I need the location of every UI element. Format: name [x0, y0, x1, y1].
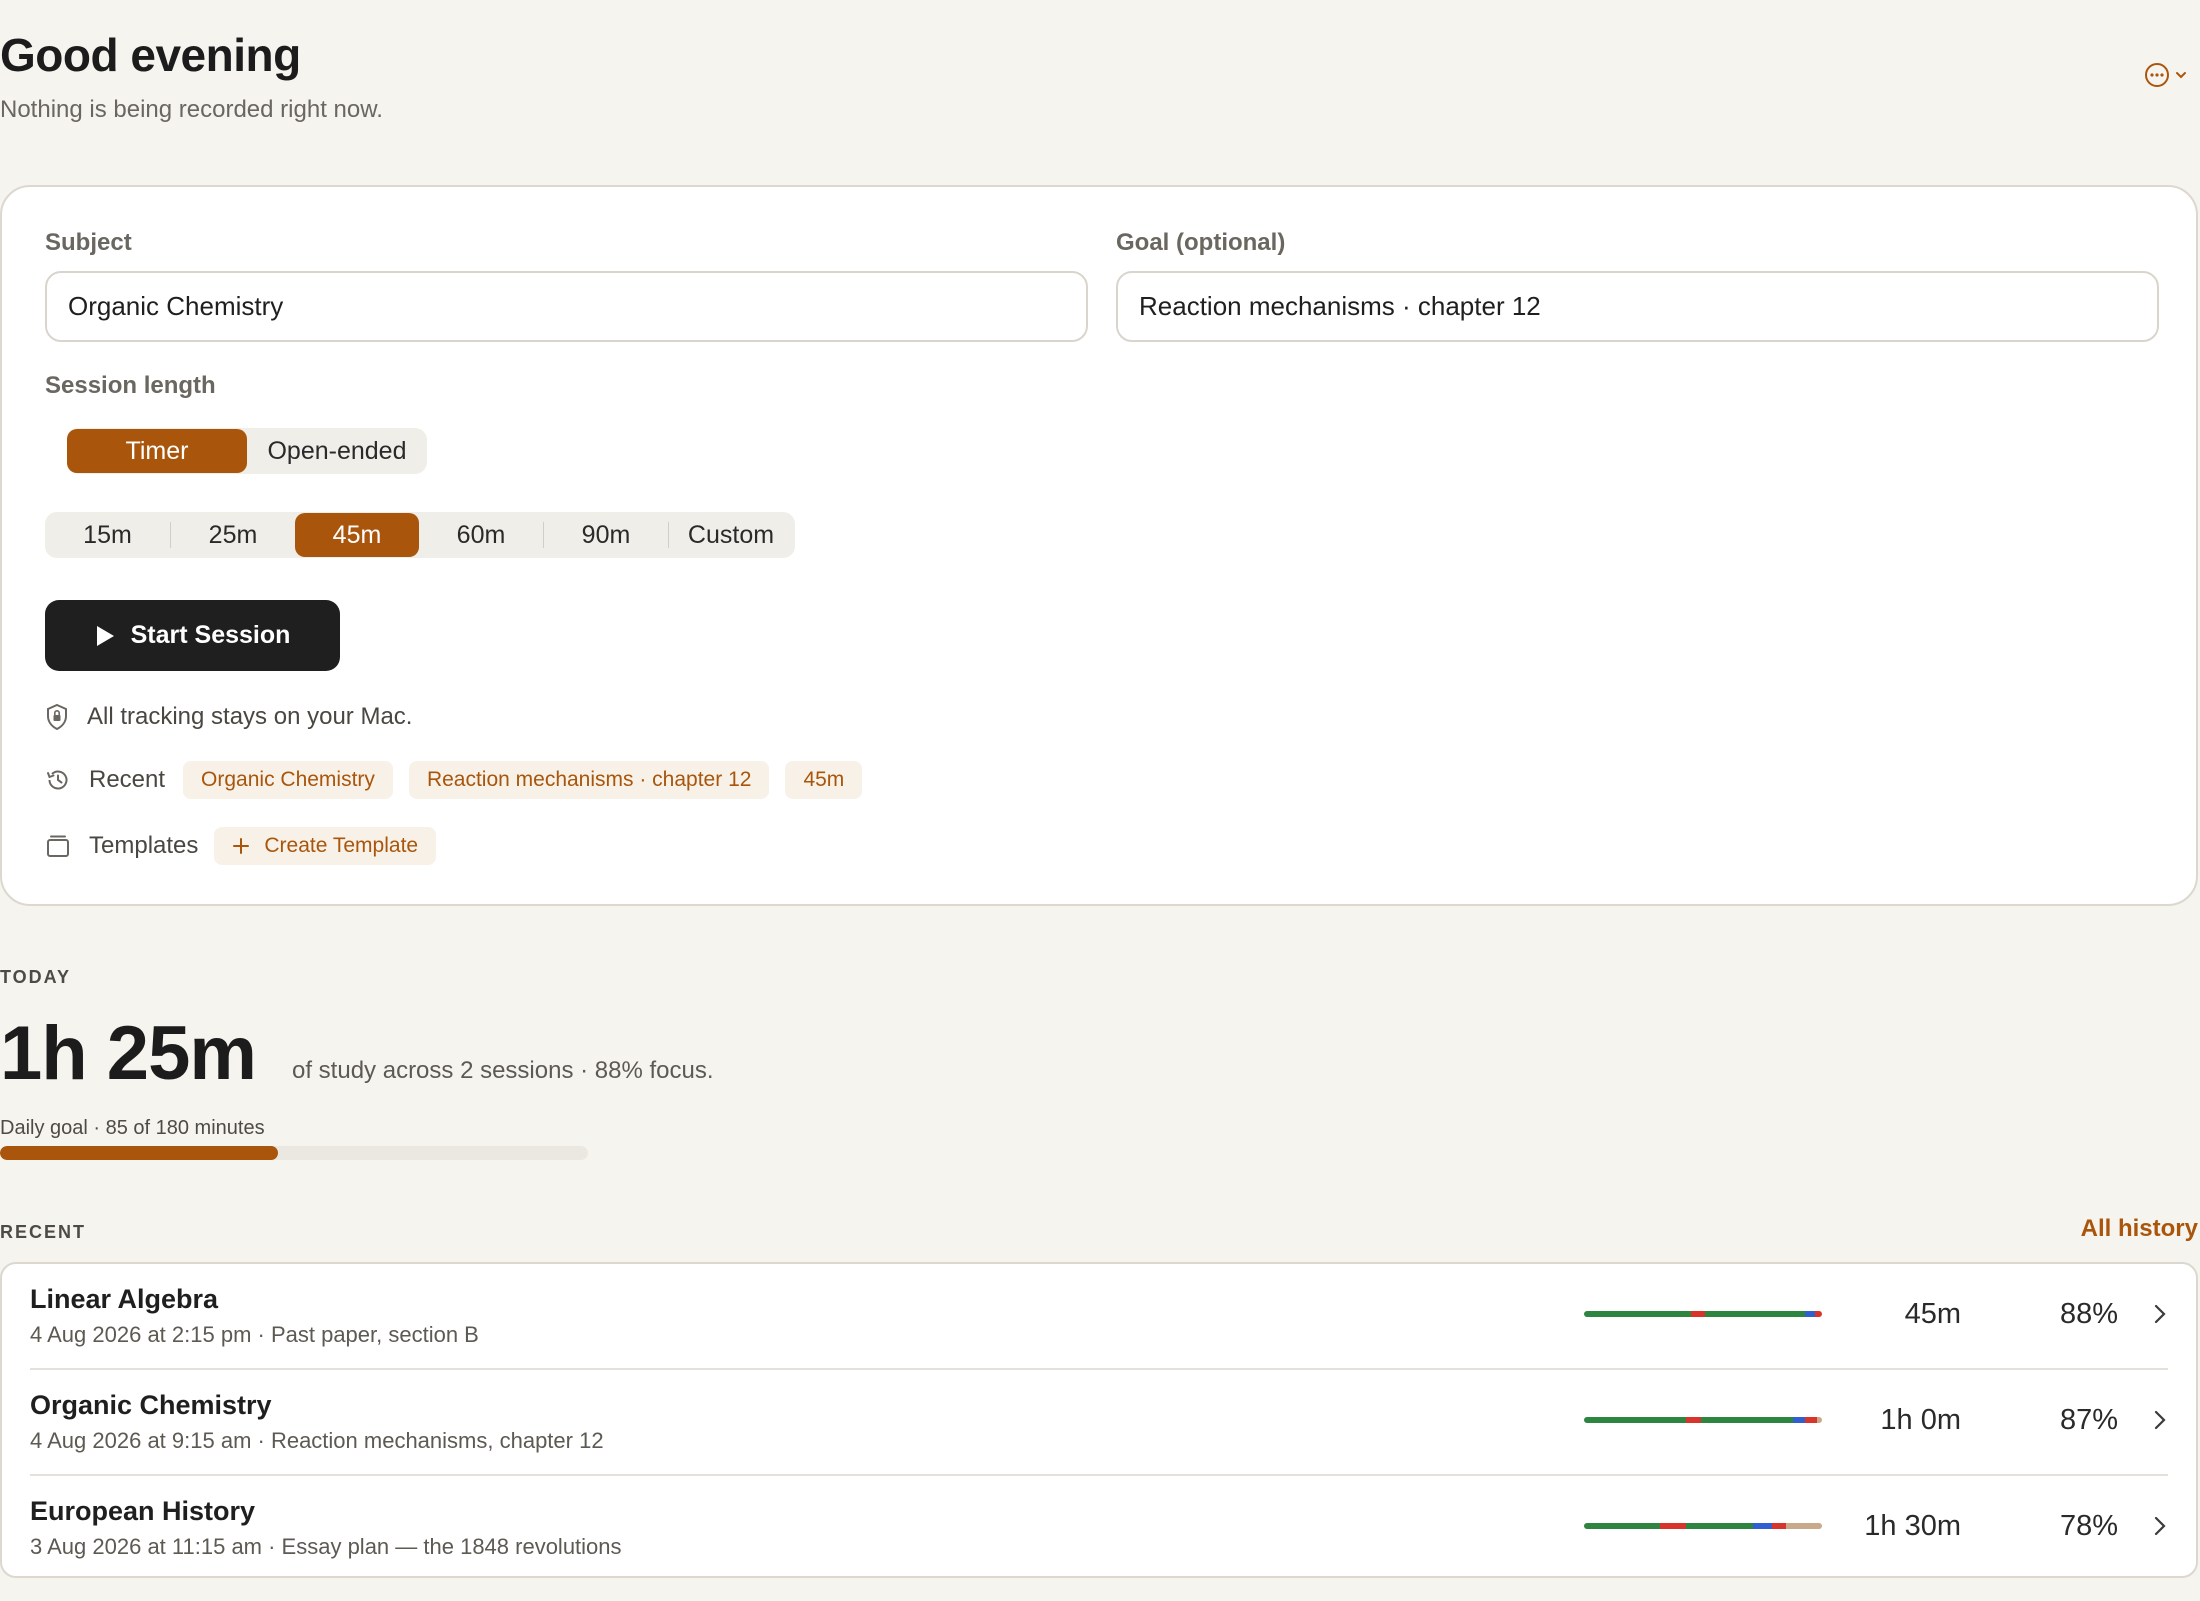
create-template-label: Create Template: [264, 834, 419, 857]
timeline-segment: [1660, 1523, 1687, 1529]
all-history-link[interactable]: All history: [2081, 1215, 2198, 1243]
recent-chip-subject[interactable]: Organic Chemistry: [183, 761, 393, 799]
recent-label: Recent: [89, 766, 166, 793]
recording-status: Nothing is being recorded right now.: [0, 96, 383, 123]
recent-sessions-list: Linear Algebra 4 Aug 2026 at 2:15 pm · P…: [0, 1262, 2198, 1578]
daily-goal-progress: [0, 1146, 588, 1160]
recent-chip-goal[interactable]: Reaction mechanisms · chapter 12: [408, 761, 770, 799]
session-subtitle: 4 Aug 2026 at 2:15 pm · Past paper, sect…: [30, 1322, 479, 1347]
duration-60m-option[interactable]: 60m: [419, 513, 543, 557]
timeline-segment: [1584, 1417, 1687, 1423]
session-title: Linear Algebra: [30, 1284, 219, 1314]
session-focus-timeline: [1584, 1523, 1822, 1529]
duration-25m-option[interactable]: 25m: [171, 513, 295, 557]
play-icon: [96, 625, 114, 646]
start-session-label: Start Session: [130, 621, 291, 649]
session-row[interactable]: Linear Algebra 4 Aug 2026 at 2:15 pm · P…: [2, 1264, 2196, 1370]
session-duration: 1h 0m: [1880, 1404, 1961, 1436]
session-length-label: Session length: [45, 372, 216, 399]
session-duration: 1h 30m: [1864, 1510, 1961, 1542]
session-row[interactable]: European History 3 Aug 2026 at 11:15 am …: [2, 1476, 2196, 1582]
privacy-row: All tracking stays on your Mac.: [45, 703, 412, 731]
duration-15m-option[interactable]: 15m: [45, 513, 170, 557]
timeline-segment: [1700, 1417, 1794, 1423]
duration-45m-option[interactable]: 45m: [295, 513, 419, 557]
session-focus-percent: 87%: [2059, 1404, 2118, 1436]
more-menu-button[interactable]: [2144, 62, 2188, 88]
greeting-title: Good evening: [0, 29, 301, 81]
mode-timer-option[interactable]: Timer: [67, 429, 247, 473]
recent-section-label: RECENT: [0, 1222, 87, 1242]
lock-shield-icon: [47, 703, 67, 731]
history-clock-icon: [47, 770, 68, 790]
ellipsis-circle-icon: [2145, 63, 2169, 87]
plus-icon: [233, 838, 250, 854]
timeline-segment: [1705, 1311, 1806, 1317]
today-total-time: 1h 25m: [0, 1011, 257, 1096]
subject-input[interactable]: [45, 271, 1088, 342]
timeline-segment: [1771, 1523, 1787, 1529]
templates-row: Templates Create Template: [45, 827, 452, 865]
today-summary: of study across 2 sessions · 88% focus.: [292, 1057, 714, 1084]
timeline-segment: [1817, 1417, 1822, 1423]
timeline-segment: [1805, 1311, 1815, 1317]
timeline-segment: [1786, 1523, 1822, 1529]
recent-chip-duration[interactable]: 45m: [785, 761, 863, 799]
recent-row: Recent Organic Chemistry Reaction mechan…: [45, 761, 878, 799]
duration-custom-option[interactable]: Custom: [669, 513, 793, 557]
daily-goal-progress-fill: [0, 1146, 278, 1160]
timeline-segment: [1814, 1311, 1822, 1317]
chevron-down-icon: [2176, 72, 2186, 79]
timeline-segment: [1691, 1311, 1706, 1317]
timeline-segment: [1805, 1417, 1818, 1423]
today-section-label: TODAY: [0, 967, 72, 987]
session-row[interactable]: Organic Chemistry 4 Aug 2026 at 9:15 am …: [2, 1370, 2196, 1476]
session-duration: 45m: [1904, 1298, 1961, 1330]
start-session-button[interactable]: Start Session: [45, 600, 340, 671]
session-subtitle: 3 Aug 2026 at 11:15 am · Essay plan — th…: [30, 1534, 622, 1559]
goal-label: Goal (optional): [1116, 229, 1286, 256]
duration-segmented-control: 15m 25m 45m 60m 90m Custom: [45, 512, 795, 558]
session-title: Organic Chemistry: [30, 1390, 272, 1420]
mode-segmented-control: Timer Open-ended: [67, 428, 427, 474]
header: Good evening Nothing is being recorded r…: [0, 28, 383, 124]
timeline-segment: [1793, 1417, 1806, 1423]
session-focus-percent: 78%: [2059, 1510, 2118, 1542]
chevron-right-icon: [2154, 1410, 2166, 1430]
timeline-segment: [1686, 1523, 1753, 1529]
goal-input[interactable]: [1116, 271, 2159, 342]
session-title: European History: [30, 1496, 256, 1526]
daily-goal-text: Daily goal · 85 of 180 minutes: [0, 1117, 265, 1139]
template-box-icon: [47, 835, 69, 857]
session-focus-percent: 88%: [2059, 1298, 2118, 1330]
create-template-button[interactable]: Create Template: [214, 827, 437, 865]
mode-open-ended-option[interactable]: Open-ended: [247, 429, 427, 473]
session-focus-timeline: [1584, 1417, 1822, 1423]
session-subtitle: 4 Aug 2026 at 9:15 am · Reaction mechani…: [30, 1428, 604, 1453]
privacy-note: All tracking stays on your Mac.: [87, 703, 413, 730]
session-focus-timeline: [1584, 1311, 1822, 1317]
subject-label: Subject: [45, 229, 132, 256]
timeline-segment: [1686, 1417, 1701, 1423]
timeline-segment: [1584, 1311, 1692, 1317]
timeline-segment: [1752, 1523, 1772, 1529]
duration-90m-option[interactable]: 90m: [544, 513, 668, 557]
chevron-right-icon: [2154, 1516, 2166, 1536]
session-setup-card: Subject Goal (optional) Session length T…: [0, 185, 2198, 906]
chevron-right-icon: [2154, 1304, 2166, 1324]
timeline-segment: [1584, 1523, 1661, 1529]
templates-label: Templates: [89, 832, 199, 859]
